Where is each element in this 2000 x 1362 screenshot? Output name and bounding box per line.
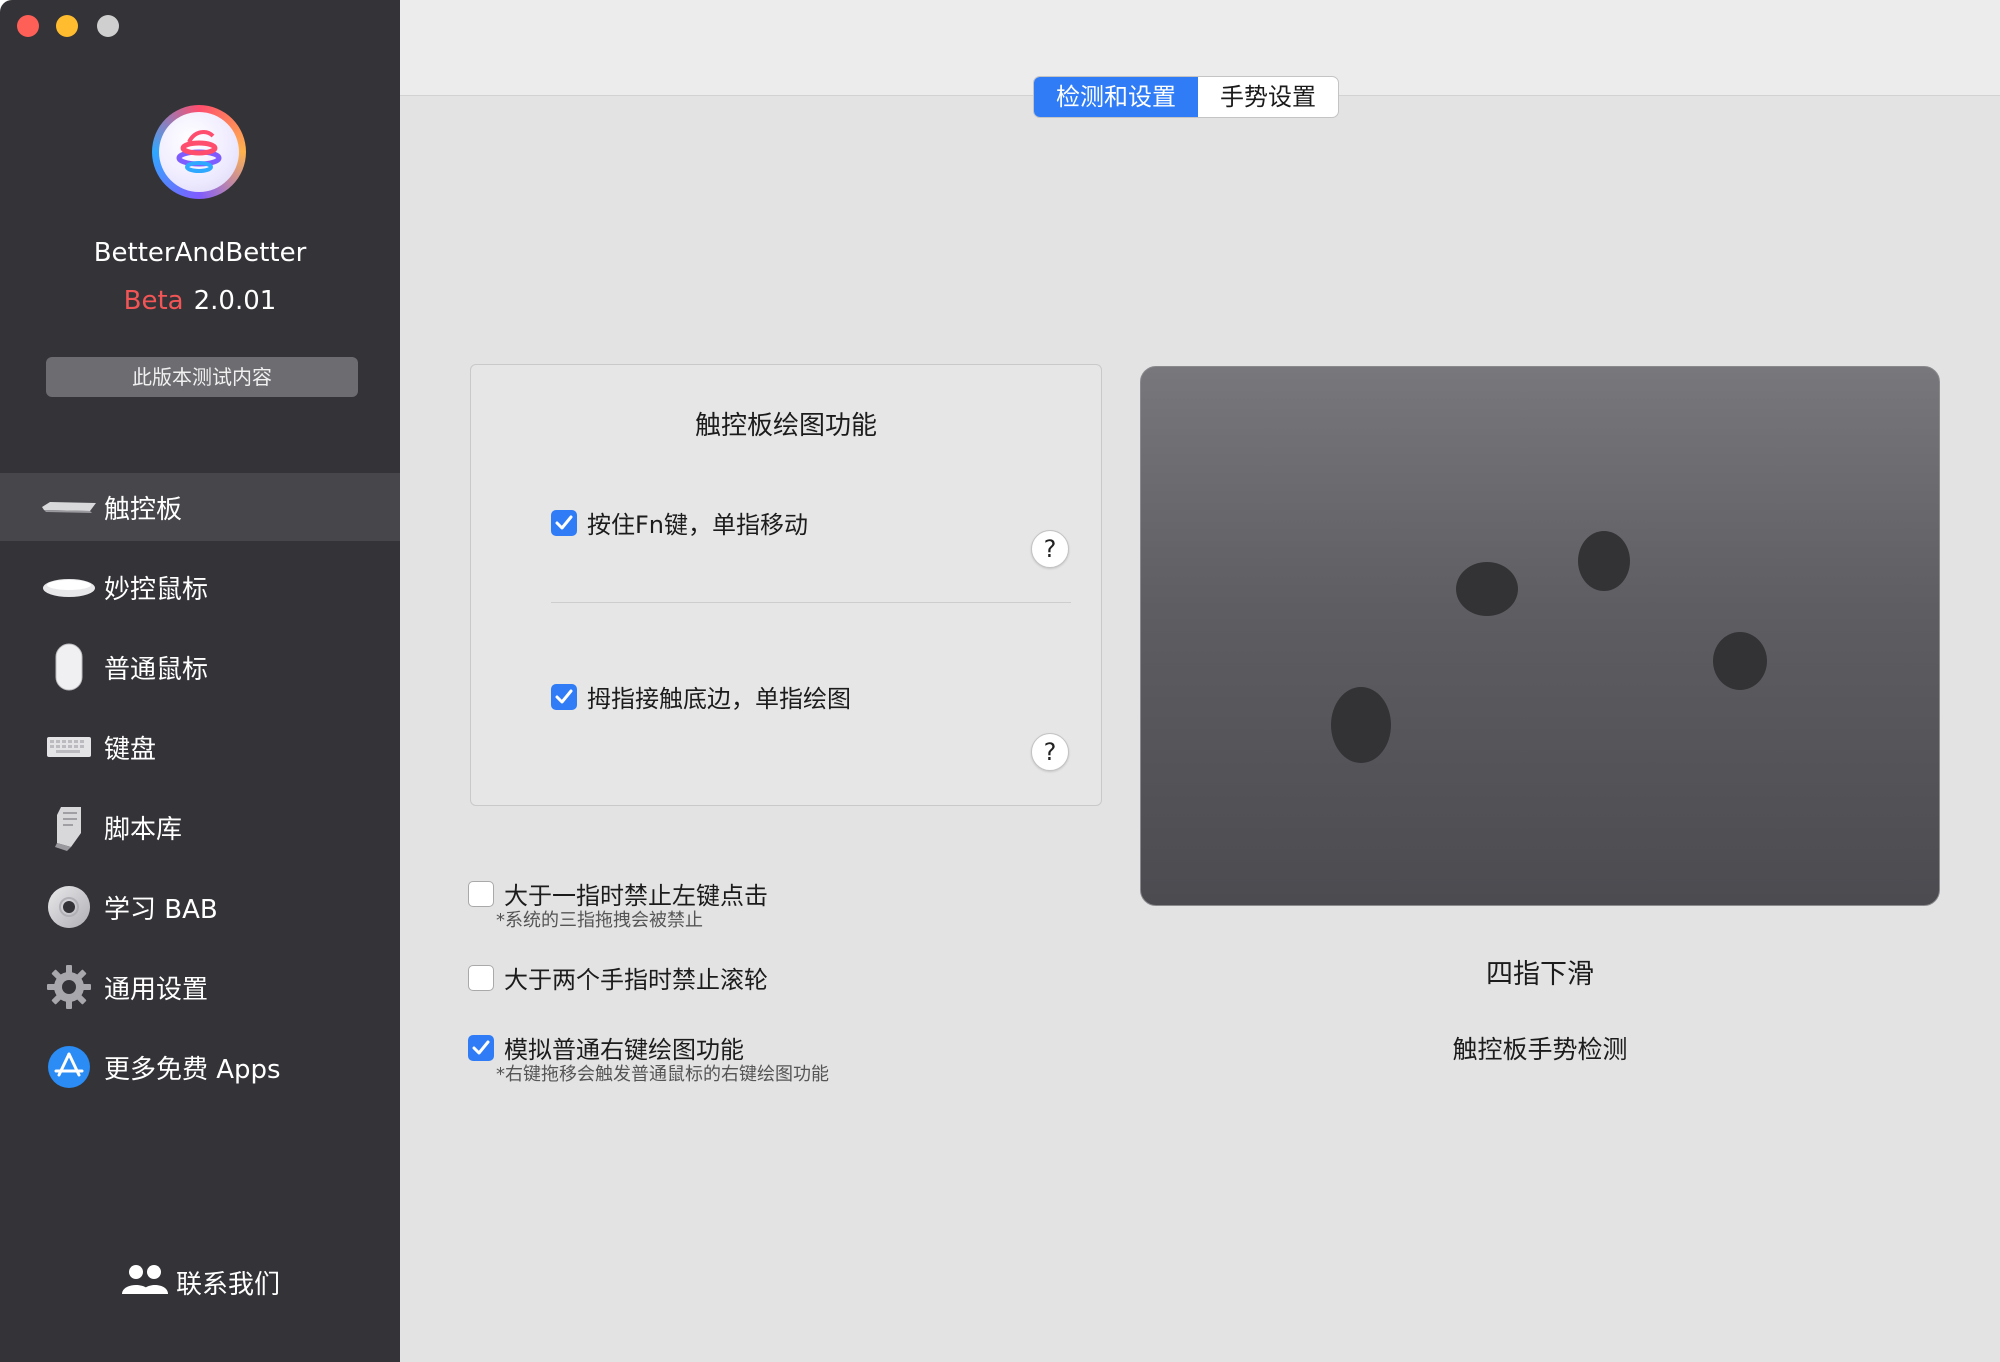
mouse-icon bbox=[40, 642, 98, 692]
gesture-detection-caption: 触控板手势检测 bbox=[1452, 1035, 1628, 1064]
disable-scroll-checkbox[interactable] bbox=[468, 964, 494, 991]
thumb-drawing-label: 拇指接触底边，单指绘图 bbox=[587, 685, 851, 713]
app-store-icon bbox=[40, 1042, 98, 1092]
sidebar-item-label: 更多免费 Apps bbox=[104, 1054, 281, 1085]
zoom-window-button[interactable] bbox=[97, 15, 119, 37]
sidebar-item-mouse[interactable]: 普通鼠标 bbox=[0, 633, 400, 701]
disable-scroll-label: 大于两个手指时禁止滚轮 bbox=[504, 966, 768, 994]
sidebar-item-label: 妙控鼠标 bbox=[104, 574, 209, 605]
fn-key-move-help-button[interactable]: ? bbox=[1031, 530, 1069, 568]
divider bbox=[551, 602, 1071, 603]
sidebar-item-general-settings[interactable]: 通用设置 bbox=[0, 953, 400, 1021]
app-name: BetterAndBetter bbox=[93, 238, 307, 268]
sidebar-item-more-apps[interactable]: 更多免费 Apps bbox=[0, 1033, 400, 1101]
touch-point bbox=[1456, 562, 1518, 616]
test-content-button[interactable]: 此版本测试内容 bbox=[46, 357, 358, 397]
script-library-icon bbox=[40, 802, 98, 852]
right-click-drawing-checkbox[interactable] bbox=[468, 1034, 494, 1061]
fn-key-move-label: 按住Fn键，单指移动 bbox=[587, 511, 809, 539]
app-version: Beta 2.0.01 bbox=[0, 286, 400, 316]
sidebar-item-label: 触控板 bbox=[104, 494, 183, 525]
touch-point bbox=[1713, 632, 1767, 690]
gear-icon bbox=[40, 962, 98, 1012]
sidebar-item-learn-bab[interactable]: 学习 BAB bbox=[0, 873, 400, 941]
disable-left-click-checkbox[interactable] bbox=[468, 880, 494, 907]
detected-gesture-name: 四指下滑 bbox=[1486, 959, 1594, 990]
app-logo bbox=[152, 105, 246, 199]
sidebar-item-label: 脚本库 bbox=[104, 814, 183, 845]
main-content: 检测和设置 手势设置 触控板绘图功能 按住Fn键，单指移动 ? 拇指接触底边，单… bbox=[400, 0, 2000, 1362]
fn-key-move-option[interactable]: 按住Fn键，单指移动 bbox=[551, 505, 808, 540]
sidebar: BetterAndBetter Beta 2.0.01 此版本测试内容 触控板 妙… bbox=[0, 0, 400, 1362]
app-logo-icon bbox=[176, 130, 222, 173]
magic-mouse-icon bbox=[40, 562, 98, 612]
trackpad-detection-area[interactable] bbox=[1140, 366, 1940, 906]
drawing-group-title: 触控板绘图功能 bbox=[694, 411, 877, 441]
sidebar-item-keyboard[interactable]: 键盘 bbox=[0, 713, 400, 781]
fn-key-move-checkbox[interactable] bbox=[551, 509, 577, 536]
sidebar-item-trackpad[interactable]: 触控板 bbox=[0, 473, 400, 541]
touch-point bbox=[1331, 687, 1391, 763]
thumb-drawing-checkbox[interactable] bbox=[551, 683, 577, 710]
sidebar-item-label: 学习 BAB bbox=[104, 894, 218, 925]
tab-bar: 检测和设置 手势设置 bbox=[1033, 76, 1339, 118]
touch-points bbox=[1331, 531, 1767, 763]
touch-point bbox=[1578, 531, 1630, 591]
checkmark-icon bbox=[472, 1040, 490, 1054]
thumb-drawing-option[interactable]: 拇指接触底边，单指绘图 bbox=[551, 679, 851, 714]
minimize-window-button[interactable] bbox=[56, 15, 78, 37]
learn-dvd-icon bbox=[40, 882, 98, 932]
thumb-drawing-help-button[interactable]: ? bbox=[1031, 733, 1069, 771]
trackpad-icon bbox=[40, 482, 98, 532]
sidebar-item-label: 通用设置 bbox=[104, 974, 209, 1005]
sidebar-item-magic-mouse[interactable]: 妙控鼠标 bbox=[0, 553, 400, 621]
drawing-feature-group: 触控板绘图功能 按住Fn键，单指移动 ? 拇指接触底边，单指绘图 ? bbox=[470, 364, 1102, 806]
tab-detection-settings[interactable]: 检测和设置 bbox=[1034, 77, 1198, 117]
sidebar-item-label: 普通鼠标 bbox=[104, 654, 209, 685]
beta-label: Beta bbox=[123, 286, 184, 316]
disable-left-click-note: *系统的三指拖拽会被禁止 bbox=[496, 910, 703, 931]
checkmark-icon bbox=[555, 515, 573, 529]
app-window: BetterAndBetter Beta 2.0.01 此版本测试内容 触控板 妙… bbox=[0, 0, 2000, 1362]
sidebar-item-script-library[interactable]: 脚本库 bbox=[0, 793, 400, 861]
sidebar-item-label: 键盘 bbox=[104, 734, 157, 765]
disable-scroll-option[interactable]: 大于两个手指时禁止滚轮 bbox=[468, 960, 768, 995]
people-icon bbox=[120, 1262, 170, 1303]
right-click-drawing-note: *右键拖移会触发普通鼠标的右键绘图功能 bbox=[496, 1064, 829, 1085]
tab-gesture-settings[interactable]: 手势设置 bbox=[1198, 77, 1338, 117]
contact-label: 联系我们 bbox=[175, 1269, 280, 1300]
close-window-button[interactable] bbox=[17, 15, 39, 37]
checkmark-icon bbox=[555, 689, 573, 703]
version-number: 2.0.01 bbox=[193, 286, 277, 316]
contact-us-button[interactable]: 联系我们 bbox=[0, 1262, 400, 1302]
keyboard-icon bbox=[40, 722, 98, 772]
